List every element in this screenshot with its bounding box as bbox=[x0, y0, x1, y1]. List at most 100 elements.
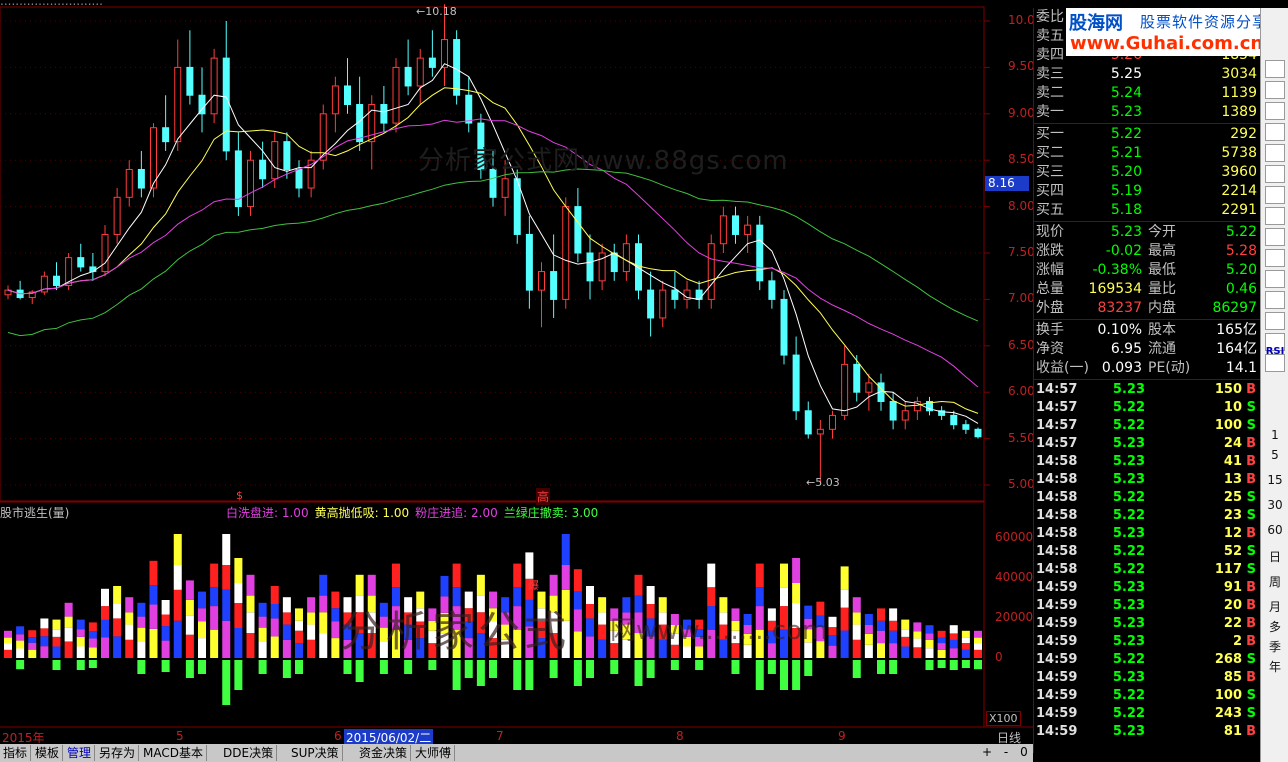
x-axis-label: 6 bbox=[334, 729, 342, 743]
zoom-controls[interactable]: + - 0 bbox=[982, 745, 1028, 759]
volume-bar-segment bbox=[149, 604, 158, 629]
orderbook-label: 卖二 bbox=[1036, 85, 1064, 101]
indicator-name[interactable]: 股市逃生(量) bbox=[0, 504, 69, 521]
volume-bar-segment bbox=[210, 587, 219, 607]
tick-row: 14:58 5.22 25 S bbox=[1034, 489, 1260, 507]
volume-bar-segment bbox=[282, 612, 291, 625]
volume-bar-negative bbox=[161, 660, 170, 672]
quote-row: 外盘 83237 内盘 86297 bbox=[1034, 299, 1260, 318]
zoom-out-button[interactable]: - bbox=[1004, 745, 1008, 759]
volume-bar-segment bbox=[913, 631, 922, 639]
candle-body bbox=[295, 168, 303, 189]
bottom-tab[interactable]: 大师傅 bbox=[412, 745, 456, 761]
toolbar-icon[interactable] bbox=[1265, 207, 1285, 225]
bottom-tab[interactable]: 管理 bbox=[64, 745, 96, 761]
volume-bar-segment bbox=[282, 639, 291, 658]
candle-body bbox=[77, 257, 85, 268]
toolbar-icon[interactable] bbox=[1265, 144, 1285, 162]
toolbar-icon[interactable] bbox=[1265, 165, 1285, 183]
tick-price: 5.22 bbox=[1112, 418, 1145, 433]
volume-bar-negative bbox=[489, 660, 497, 678]
volume-bar-segment bbox=[949, 633, 958, 640]
bottom-tab[interactable]: MACD基本 bbox=[140, 745, 207, 761]
candle-body bbox=[150, 127, 157, 189]
toolbar-icon[interactable] bbox=[1265, 60, 1285, 78]
tick-volume: 150 bbox=[1214, 382, 1242, 397]
tick-side: B bbox=[1246, 616, 1256, 631]
volume-bar-negative bbox=[792, 660, 801, 690]
toolbar-period[interactable]: 日 bbox=[1261, 548, 1288, 565]
price-tick: 9.50 bbox=[1008, 59, 1035, 74]
orderbook-row[interactable]: 买五 5.18 2291 bbox=[1034, 201, 1260, 220]
toolbar-icon[interactable] bbox=[1265, 291, 1285, 309]
orderbook-label: 卖五 bbox=[1036, 28, 1064, 44]
candle-body bbox=[247, 159, 254, 208]
orderbook-row[interactable]: 卖三 5.25 3034 bbox=[1034, 65, 1260, 84]
toolbar-icon[interactable] bbox=[1265, 270, 1285, 288]
zoom-in-button[interactable]: + bbox=[982, 745, 992, 759]
toolbar-period[interactable]: 60 bbox=[1261, 523, 1288, 537]
candle-body bbox=[89, 266, 97, 273]
toolbar-period[interactable]: 季 bbox=[1261, 638, 1288, 655]
logo-url: www.Guhai.com.cn bbox=[1070, 33, 1264, 54]
quote-row: 现价 5.23 今开 5.22 bbox=[1034, 223, 1260, 242]
toolbar-icon[interactable] bbox=[1265, 249, 1285, 267]
tick-time: 14:57 bbox=[1036, 418, 1078, 433]
bottom-tab[interactable]: 资金决策 bbox=[356, 745, 412, 761]
watermark-text: 分析家公式网www.88gs.com bbox=[418, 146, 789, 176]
orderbook-row[interactable]: 买三 5.20 3960 bbox=[1034, 163, 1260, 182]
quote-value: 0.46 bbox=[1225, 281, 1257, 297]
toolbar-period[interactable]: 15 bbox=[1261, 473, 1288, 487]
toolbar-period[interactable]: 多 bbox=[1261, 618, 1288, 635]
volume-bar-negative bbox=[767, 660, 776, 674]
orderbook-row[interactable]: 卖二 5.24 1139 bbox=[1034, 84, 1260, 103]
orderbook-volume: 1139 bbox=[1221, 85, 1257, 101]
candle-body bbox=[889, 400, 897, 421]
bottom-tab[interactable]: SUP决策 bbox=[288, 745, 343, 761]
orderbook-row[interactable]: 买一 5.22 292 bbox=[1034, 125, 1260, 144]
quote-row: 总量 169534 量比 0.46 bbox=[1034, 280, 1260, 299]
tick-price: 5.22 bbox=[1112, 652, 1145, 667]
separator bbox=[1034, 123, 1260, 124]
toolbar-icon[interactable] bbox=[1265, 228, 1285, 246]
bottom-tab[interactable]: 指标 bbox=[0, 745, 32, 761]
bottom-tab[interactable]: 另存为 bbox=[96, 745, 140, 761]
toolbar-period[interactable]: 年 bbox=[1261, 658, 1288, 675]
orderbook-row[interactable]: 买四 5.19 2214 bbox=[1034, 182, 1260, 201]
toolbar-icon[interactable] bbox=[1265, 81, 1285, 99]
toolbar-icon[interactable] bbox=[1265, 312, 1285, 330]
quote-label: 涨跌 bbox=[1036, 243, 1064, 259]
quote-label: 外盘 bbox=[1036, 300, 1064, 316]
tick-time: 14:59 bbox=[1036, 616, 1078, 631]
toolbar-period[interactable]: 周 bbox=[1261, 573, 1288, 590]
candle-body bbox=[562, 206, 570, 300]
volume-bar-segment bbox=[864, 614, 873, 625]
toolbar-icon[interactable] bbox=[1265, 102, 1285, 120]
orderbook-row[interactable]: 买二 5.21 5738 bbox=[1034, 144, 1260, 163]
volume-bar-segment bbox=[64, 641, 73, 658]
toolbar-period[interactable]: 1 bbox=[1261, 428, 1288, 442]
volume-bar-segment bbox=[282, 624, 291, 640]
orderbook-row[interactable]: 卖一 5.23 1389 bbox=[1034, 103, 1260, 122]
tick-price: 5.22 bbox=[1112, 706, 1145, 721]
toolbar-period[interactable]: 5 bbox=[1261, 448, 1288, 462]
volume-bar-segment bbox=[937, 630, 946, 638]
toolbar-period[interactable]: 30 bbox=[1261, 498, 1288, 512]
indicator-legend: 白洗盘进: 1.00 黄高抛低吸: 1.00 粉庄进追: 2.00 兰绿庄撤卖: 3.… bbox=[226, 504, 604, 521]
volume-bar-segment bbox=[852, 639, 861, 658]
tick-row: 14:59 5.23 22 B bbox=[1034, 615, 1260, 633]
bottom-tab[interactable]: DDE决策 bbox=[220, 745, 278, 761]
volume-bar-negative bbox=[974, 660, 982, 670]
quote-value: 5.28 bbox=[1225, 243, 1257, 259]
reset-button[interactable]: 0 bbox=[1020, 745, 1028, 759]
toolbar-icon[interactable] bbox=[1265, 186, 1285, 204]
bottom-tab[interactable]: 模板 bbox=[32, 745, 64, 761]
toolbar-period[interactable]: RSI bbox=[1261, 346, 1288, 357]
toolbar-icon[interactable] bbox=[1265, 123, 1285, 141]
toolbar-period[interactable]: 月 bbox=[1261, 598, 1288, 615]
logo-banner[interactable]: 股海网 股票软件资源分享 www.Guhai.com.cn bbox=[1066, 8, 1288, 56]
quote-row: 涨幅 -0.38% 最低 5.20 bbox=[1034, 261, 1260, 280]
volume-bar-segment bbox=[258, 627, 267, 642]
tick-time: 14:59 bbox=[1036, 670, 1078, 685]
volume-bar-segment bbox=[113, 586, 122, 604]
